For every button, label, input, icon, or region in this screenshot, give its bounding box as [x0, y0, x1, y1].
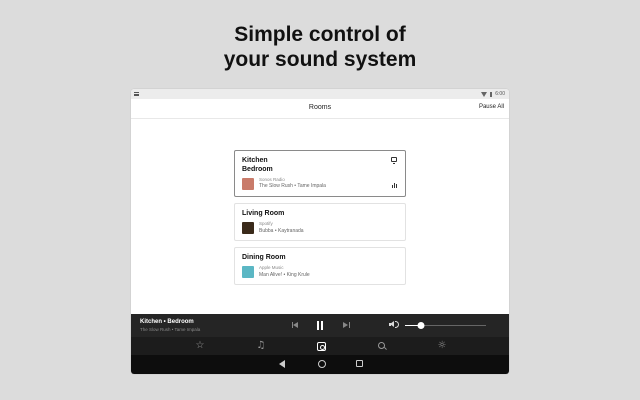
track-label: Bubba • Kaytranada	[259, 228, 304, 234]
now-playing-bar[interactable]: Kitchen • Bedroom The Slow Rush • Tame I…	[131, 314, 509, 337]
room-card-kitchen-bedroom[interactable]: Kitchen Bedroom Sonos Radio The Slow Rus…	[234, 150, 406, 197]
volume-handle[interactable]	[417, 322, 425, 329]
notification-icon	[134, 92, 139, 96]
next-icon[interactable]	[342, 320, 350, 330]
source-label: Apple Music	[259, 265, 284, 270]
settings-icon[interactable]: ☼	[436, 340, 448, 352]
room-name: Dining Room	[242, 254, 286, 261]
pause-icon[interactable]	[316, 320, 324, 330]
source-label: Spotify	[259, 221, 273, 226]
status-time: 6:00	[495, 91, 505, 97]
home-icon[interactable]	[318, 360, 326, 368]
status-bar: 6:00	[131, 89, 509, 99]
tab-bar: ☆ ♫ ☼	[131, 337, 509, 355]
room-name-line-1: Kitchen	[242, 157, 268, 164]
android-nav-bar	[131, 355, 509, 374]
headline: Simple control of your sound system	[0, 22, 640, 72]
album-art	[242, 178, 254, 190]
page-title: Rooms	[308, 104, 332, 111]
volume-waves-icon	[395, 321, 399, 328]
recents-icon[interactable]	[356, 360, 363, 367]
track-label: Man Alive! • King Krule	[259, 272, 310, 278]
status-indicators: 6:00	[481, 90, 505, 98]
room-name-line-2: Bedroom	[242, 166, 273, 173]
rooms-icon[interactable]	[315, 340, 327, 352]
room-name: Living Room	[242, 210, 285, 217]
tv-icon	[391, 157, 397, 164]
headline-line-2: your sound system	[223, 48, 417, 71]
now-playing-subtitle: The Slow Rush • Tame Impala	[140, 327, 201, 332]
album-art	[242, 222, 254, 234]
volume-slider[interactable]	[405, 322, 486, 329]
album-art	[242, 266, 254, 278]
headline-line-1: Simple control of	[234, 23, 406, 46]
wifi-icon	[481, 91, 488, 97]
pause-all-button[interactable]: Pause All	[479, 104, 504, 110]
track-label: The Slow Rush • Tame Impala	[259, 183, 326, 189]
tablet-screen: 6:00 Rooms Pause All Kitchen Bedroom Son…	[131, 89, 509, 374]
rooms-list: Kitchen Bedroom Sonos Radio The Slow Rus…	[131, 120, 509, 314]
star-icon[interactable]: ☆	[194, 340, 206, 352]
equalizer-icon	[392, 183, 397, 188]
room-card-living-room[interactable]: Living Room Spotify Bubba • Kaytranada	[234, 203, 406, 241]
previous-icon[interactable]	[292, 320, 300, 330]
room-card-dining-room[interactable]: Dining Room Apple Music Man Alive! • Kin…	[234, 247, 406, 285]
app-bar: Rooms Pause All	[131, 99, 509, 119]
back-icon[interactable]	[279, 360, 285, 368]
search-icon[interactable]	[376, 340, 388, 352]
music-note-icon[interactable]: ♫	[255, 340, 267, 352]
now-playing-title: Kitchen • Bedroom	[140, 319, 194, 325]
battery-icon	[490, 91, 493, 97]
